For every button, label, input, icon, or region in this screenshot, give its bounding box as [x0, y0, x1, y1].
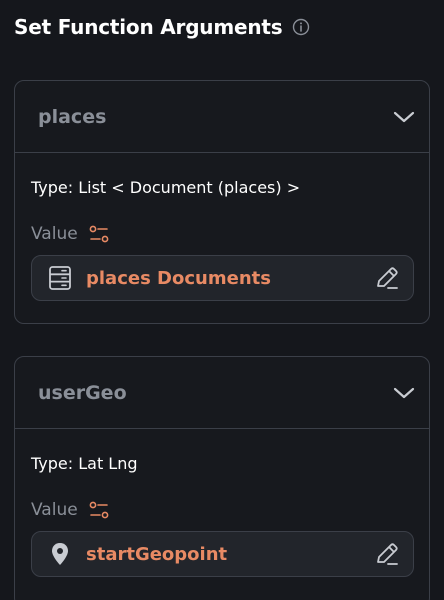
value-field-places[interactable]: places Documents — [31, 255, 414, 301]
sliders-icon[interactable] — [88, 223, 110, 245]
argument-card-usergeo: userGeo Type: Lat Lng Value startGeopoin… — [14, 356, 430, 600]
value-text: places Documents — [86, 267, 271, 289]
edit-icon[interactable] — [373, 264, 401, 292]
argument-body-usergeo: Type: Lat Lng Value startGeopoint — [15, 453, 429, 577]
database-icon — [46, 264, 74, 292]
value-field-usergeo[interactable]: startGeopoint — [31, 531, 414, 577]
edit-icon[interactable] — [373, 540, 401, 568]
value-label: Value — [31, 224, 78, 244]
argument-header-places[interactable]: places — [15, 81, 429, 153]
argument-name: places — [38, 105, 107, 128]
value-label: Value — [31, 500, 78, 520]
panel-header: Set Function Arguments — [14, 12, 310, 42]
argument-card-places: places Type: List < Document (places) > … — [14, 80, 430, 324]
set-function-arguments-panel: Set Function Arguments places Type: List… — [0, 0, 444, 600]
value-row: Value — [31, 223, 414, 245]
page-title: Set Function Arguments — [14, 15, 283, 39]
chevron-down-icon[interactable] — [391, 380, 417, 406]
value-text: startGeopoint — [86, 543, 228, 565]
sliders-icon[interactable] — [88, 499, 110, 521]
argument-header-usergeo[interactable]: userGeo — [15, 357, 429, 429]
info-icon[interactable] — [292, 18, 310, 36]
chevron-down-icon[interactable] — [391, 104, 417, 130]
argument-body-places: Type: List < Document (places) > Value p… — [15, 177, 429, 301]
location-pin-icon — [46, 540, 74, 568]
argument-type: Type: List < Document (places) > — [31, 178, 301, 197]
value-row: Value — [31, 499, 414, 521]
argument-name: userGeo — [38, 381, 127, 404]
argument-type: Type: Lat Lng — [31, 454, 138, 473]
